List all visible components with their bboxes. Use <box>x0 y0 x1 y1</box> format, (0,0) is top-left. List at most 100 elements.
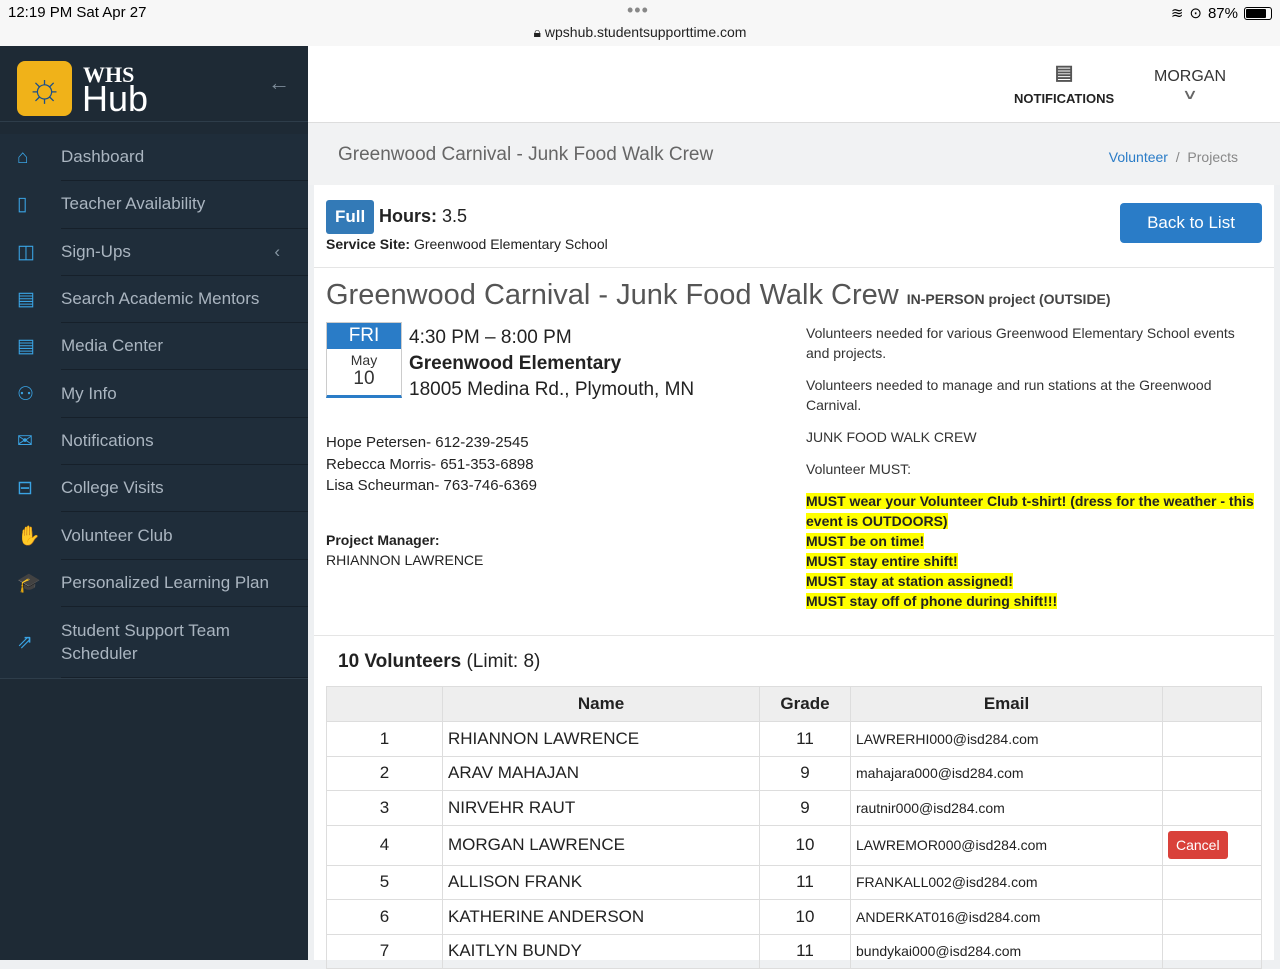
row-number: 3 <box>326 790 443 826</box>
url-bar[interactable]: 🔒︎ wpshub.studentsupporttime.com <box>0 24 1280 41</box>
contact: Hope Petersen- 612-239-2545 <box>326 434 529 451</box>
divider <box>314 635 1274 636</box>
volunteer-grade: 9 <box>759 790 851 826</box>
sidebar-item-label: Sign-Ups <box>61 229 308 276</box>
sidebar-item-label: College Visits <box>61 465 308 513</box>
volunteer-grade: 11 <box>759 721 851 757</box>
more-dots-icon[interactable]: ••• <box>627 0 649 21</box>
volunteer-name: ALLISON FRANK <box>442 864 760 900</box>
logo-hub: Hub <box>82 78 149 119</box>
home-icon: ⌂ <box>17 146 29 168</box>
volunteer-grade: 10 <box>759 899 851 935</box>
project-manager-name: RHIANNON LAWRENCE <box>326 552 484 568</box>
lock-icon: 🔒︎ <box>533 24 545 40</box>
battery-percent: 87% <box>1207 4 1238 22</box>
action-cell <box>1162 755 1262 791</box>
notifications-label: NOTIFICATIONS <box>1014 91 1115 106</box>
page-title-bar: Greenwood Carnival - Junk Food Walk Crew… <box>308 123 1280 185</box>
user-icon: ⚇ <box>17 383 35 405</box>
table-row: 6 KATHERINE ANDERSON 10 ANDERKAT016@isd284.… <box>326 899 1262 935</box>
action-cell <box>1162 864 1262 900</box>
project-manager-label: Project Manager: <box>326 532 440 548</box>
notifications-button[interactable]: ▤ NOTIFICATIONS <box>1014 60 1114 106</box>
volunteer-grade: 11 <box>759 933 851 969</box>
document-icon: ▯ <box>17 194 28 216</box>
battery-icon <box>1244 6 1272 20</box>
service-site: Service Site: Greenwood Elementary Schoo… <box>326 236 608 252</box>
table-row: 5 ALLISON FRANK 11 FRANKALL002@isd284.com <box>326 864 1262 900</box>
wifi-icon: ≋ <box>1170 5 1184 22</box>
logo[interactable]: ☼ WHS Hub ← <box>0 46 308 122</box>
table-row: 1 RHIANNON LAWRENCE 11 LAWRERHI000@isd284.c… <box>326 721 1262 757</box>
sidebar-item-college-visits[interactable]: ⊟ College Visits <box>0 465 308 513</box>
row-number: 5 <box>326 864 443 900</box>
volunteer-grade: 11 <box>759 864 851 900</box>
top-header: ▤ NOTIFICATIONS MORGAN ∨ <box>308 46 1280 123</box>
collapse-sidebar-arrow-icon[interactable]: ← <box>268 70 290 96</box>
contacts: Hope Petersen- 612-239-2545 Rebecca Morr… <box>326 432 537 497</box>
sidebar-item-teacher-availability[interactable]: ▯ Teacher Availability <box>0 181 308 229</box>
sidebar-item-dashboard[interactable]: ⌂ Dashboard <box>0 134 308 182</box>
hours-label: Hours: <box>379 206 437 226</box>
sidebar-item-media-center[interactable]: ▤ Media Center <box>0 323 308 371</box>
sidebar-item-sign-ups[interactable]: ◫ Sign-Ups ‹ <box>0 229 308 276</box>
column-header-email: Email <box>850 686 1163 722</box>
url-text: wpshub.studentsupporttime.com <box>544 24 747 40</box>
sidebar-item-label: Media Center <box>61 323 308 371</box>
description-paragraph: Volunteer MUST: <box>806 461 912 477</box>
table-row: 3 NIRVEHR RAUT 9 rautnir000@isd284.com <box>326 790 1262 826</box>
volunteer-grade: 9 <box>759 755 851 791</box>
date-number: 10 <box>353 368 375 389</box>
status-bar: 12:19 PM Sat Apr 27 ••• 🔒︎ wpshub.studen… <box>0 0 1280 46</box>
book-icon: ◫ <box>17 241 35 263</box>
event-time: 4:30 PM – 8:00 PM <box>409 327 572 348</box>
volunteer-email: ANDERKAT016@isd284.com <box>850 899 1163 935</box>
row-number: 4 <box>326 824 443 866</box>
sidebar-item-personalized-learning-plan[interactable]: 🎓 Personalized Learning Plan <box>0 560 308 607</box>
sidebar-item-student-support-team-scheduler[interactable]: ⇗ Student Support Team Scheduler <box>0 607 308 678</box>
sidebar-item-my-info[interactable]: ⚇ My Info <box>0 370 308 418</box>
column-header-number <box>326 686 443 722</box>
volunteer-name: RHIANNON LAWRENCE <box>442 721 760 757</box>
back-to-list-button[interactable]: Back to List <box>1120 203 1262 243</box>
sidebar-item-label: My Info <box>61 370 308 418</box>
description-paragraph: Volunteers needed to manage and run stat… <box>806 377 1212 413</box>
volunteer-grade: 10 <box>759 824 851 866</box>
row-number: 7 <box>326 933 443 969</box>
sidebar-item-notifications[interactable]: ✉ Notifications <box>0 418 308 466</box>
volunteer-email: LAWRERHI000@isd284.com <box>850 721 1163 757</box>
column-header-name: Name <box>442 686 760 722</box>
sidebar-item-volunteer-club[interactable]: ✋ Volunteer Club <box>0 512 308 560</box>
sidebar-item-label: Volunteer Club <box>61 512 308 560</box>
volunteer-name: ARAV MAHAJAN <box>442 755 760 791</box>
contact: Rebecca Morris- 651-353-6898 <box>326 455 534 473</box>
column-header-action <box>1162 686 1262 722</box>
service-site-value: Greenwood Elementary School <box>413 236 608 252</box>
external-link-icon: ⇗ <box>17 631 33 653</box>
requirement: MUST be on time! <box>806 533 925 549</box>
date-badge: FRI May 10 <box>326 322 402 398</box>
cancel-button[interactable]: Cancel <box>1168 831 1228 859</box>
volunteer-name: MORGAN LAWRENCE <box>442 824 760 866</box>
row-number: 1 <box>326 721 443 757</box>
project-title-text: Greenwood Carnival - Junk Food Walk Crew <box>326 279 899 311</box>
volunteers-table: Name Grade Email 1 RHIANNON LAWRENCE 11 LAW… <box>326 686 1262 969</box>
project-card: Full Hours: 3.5 Service Site: Greenwood … <box>314 185 1274 969</box>
volunteer-email: FRANKALL002@isd284.com <box>850 864 1163 900</box>
envelope-icon: ✉ <box>17 430 33 452</box>
table-row: 4 MORGAN LAWRENCE 10 LAWREMOR000@isd284.com… <box>326 824 1262 866</box>
hand-icon: ✋ <box>17 526 41 548</box>
description-paragraph: Volunteers needed for various Greenwood … <box>806 325 1235 361</box>
event-location: Greenwood Elementary <box>409 353 622 374</box>
calendar-icon: ▤ <box>17 289 35 311</box>
breadcrumb: Volunteer / Projects <box>1108 149 1238 165</box>
calendar-icon: ▤ <box>17 336 35 358</box>
page-title: Greenwood Carnival - Junk Food Walk Crew <box>338 144 714 165</box>
sidebar-item-search-academic-mentors[interactable]: ▤ Search Academic Mentors <box>0 276 308 324</box>
user-menu[interactable]: MORGAN ∨ <box>1154 68 1226 103</box>
status-badge: Full <box>326 200 375 234</box>
date-month: May <box>350 352 378 368</box>
volunteer-email: LAWREMOR000@isd284.com <box>850 824 1163 866</box>
breadcrumb-volunteer[interactable]: Volunteer <box>1109 149 1168 165</box>
volunteer-email: bundykai000@isd284.com <box>850 933 1163 969</box>
